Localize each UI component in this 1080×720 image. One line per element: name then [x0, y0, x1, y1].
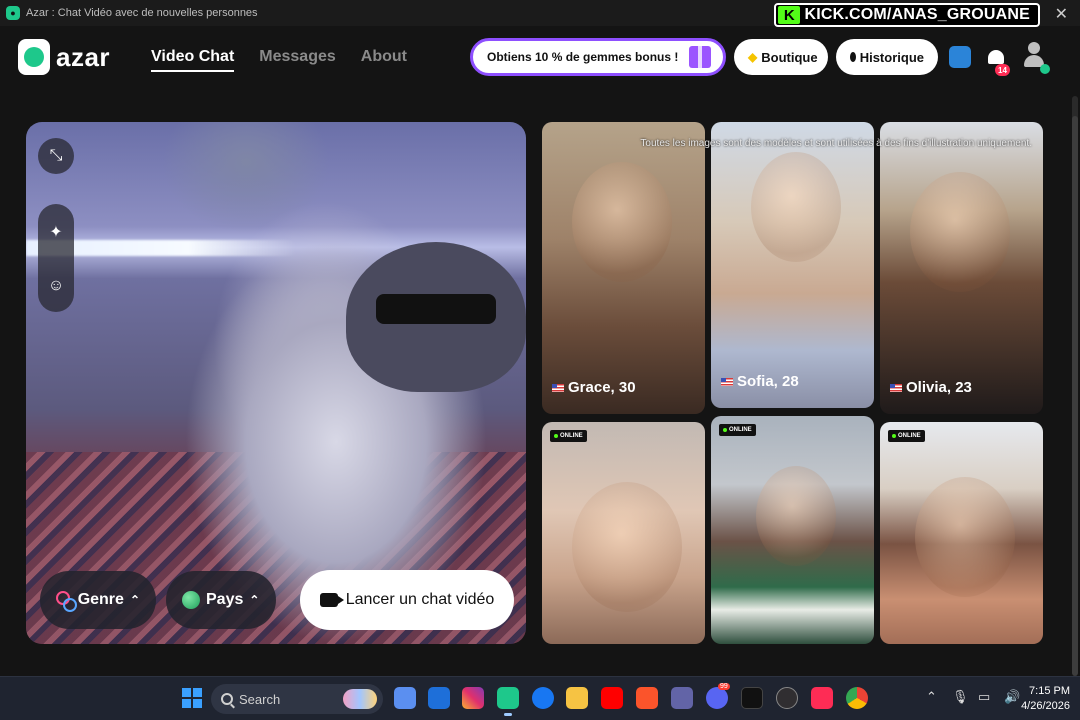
windows-start-icon[interactable] — [182, 688, 202, 708]
file-explorer-icon[interactable] — [394, 687, 416, 709]
chevron-up-icon[interactable]: ⌃ — [926, 689, 942, 705]
close-window-button[interactable]: ✕ — [1055, 4, 1068, 24]
chevron-up-icon: ⌃ — [249, 593, 260, 607]
user-sunglasses — [376, 294, 496, 324]
discord-badge: 99 — [718, 683, 730, 690]
self-video-preview — [26, 122, 526, 644]
magic-wand-icon[interactable]: ✦ — [49, 222, 62, 242]
volume-icon[interactable]: 🔊 — [1004, 689, 1020, 705]
azar-logo[interactable]: azar — [18, 39, 110, 75]
obs-icon[interactable] — [776, 687, 798, 709]
pays-label: Pays — [206, 591, 244, 608]
profile-card-online[interactable]: ONLINE — [711, 416, 874, 644]
gender-icon — [56, 591, 77, 612]
profile-card-label: Olivia, 23 — [890, 379, 972, 396]
stream-banner: K KICK.COM/ANAS_GROUANE — [774, 3, 1040, 27]
profile-avatar[interactable] — [1022, 42, 1050, 74]
start-video-chat-label: Lancer un chat vidéo — [345, 591, 495, 608]
profile-card-label: Sofia, 28 — [721, 373, 799, 390]
online-badge: ONLINE — [888, 430, 925, 442]
gem-bonus-promo-button[interactable]: Obtiens 10 % de gemmes bonus ! — [470, 38, 726, 76]
azar-logo-icon — [18, 39, 50, 75]
chrome-icon[interactable] — [846, 687, 868, 709]
instagram-icon[interactable] — [462, 687, 484, 709]
network-icon[interactable]: ▭ — [978, 689, 994, 705]
us-flag-icon — [721, 377, 733, 386]
profile-name: Olivia, 23 — [906, 379, 972, 396]
profile-card-label: Grace, 30 — [552, 379, 636, 396]
profile-card-online[interactable]: ONLINE — [542, 422, 705, 644]
outlook-icon[interactable] — [428, 687, 450, 709]
clock-date: 4/26/2026 — [1021, 700, 1070, 712]
main-nav: Video Chat Messages About — [151, 48, 407, 72]
window-title: Azar : Chat Vidéo avec de nouvelles pers… — [26, 7, 258, 19]
profile-gallery: Grace, 30 Sofia, 28 Olivia, 23 ONLINE ON… — [542, 122, 1044, 644]
profile-card-online[interactable]: ONLINE — [880, 422, 1043, 644]
search-icon — [221, 693, 233, 705]
stream-banner-text: KICK.COM/ANAS_GROUANE — [804, 6, 1030, 23]
us-flag-icon — [552, 383, 564, 392]
youtube-icon[interactable] — [601, 687, 623, 709]
nav-about[interactable]: About — [361, 48, 407, 72]
taskbar-clock[interactable]: 7:15 PM 4/26/2026 — [1020, 684, 1070, 714]
folder-icon[interactable] — [566, 687, 588, 709]
azar-app-icon: ● — [6, 6, 20, 20]
nav-video-chat[interactable]: Video Chat — [151, 48, 235, 72]
discord-icon[interactable] — [706, 687, 728, 709]
search-highlight-icon — [343, 689, 377, 709]
boutique-label: Boutique — [761, 49, 818, 65]
clock-time: 7:15 PM — [1029, 685, 1070, 697]
boutique-button[interactable]: ◆ Boutique — [734, 39, 828, 75]
online-status-dot — [1040, 64, 1050, 74]
minimize-icon[interactable]: ⤡ — [38, 138, 74, 174]
profile-card-sofia[interactable]: Sofia, 28 — [711, 122, 874, 408]
video-tools: ⤡ — [38, 138, 74, 174]
gallery-disclaimer: Toutes les images sont des modèles et so… — [640, 138, 1032, 149]
genre-label: Genre — [77, 591, 124, 608]
nav-messages[interactable]: Messages — [259, 48, 336, 72]
top-navigation: azar Video Chat Messages About Obtiens 1… — [0, 26, 1080, 90]
online-badge: ONLINE — [550, 430, 587, 442]
tiktok-live-icon[interactable] — [811, 687, 833, 709]
effects-tools: ✦ ☺ — [38, 204, 74, 312]
gift-icon — [689, 46, 711, 68]
historique-label: Historique — [859, 49, 924, 65]
brave-icon[interactable] — [636, 687, 658, 709]
system-tray: ⌃ 🎙 ▭ 🔊 — [926, 689, 1020, 705]
microphone-icon[interactable]: 🎙 — [952, 689, 969, 705]
kick-logo-icon: K — [778, 6, 801, 24]
start-video-chat-button[interactable]: Lancer un chat vidéo — [300, 570, 514, 630]
history-icon — [850, 52, 856, 62]
support-icon[interactable] — [949, 46, 971, 68]
page-scrollbar[interactable] — [1072, 96, 1078, 676]
promo-text: Obtiens 10 % de gemmes bonus ! — [487, 50, 679, 64]
notification-badge: 14 — [995, 64, 1010, 76]
teams-icon[interactable] — [671, 687, 693, 709]
video-camera-icon — [319, 593, 344, 607]
profile-card-grace[interactable]: Grace, 30 — [542, 122, 705, 414]
search-placeholder: Search — [239, 691, 281, 707]
scrollbar-thumb[interactable] — [1072, 116, 1078, 676]
globe-icon — [182, 591, 200, 609]
face-filter-icon[interactable]: ☺ — [48, 277, 64, 295]
chevron-up-icon: ⌃ — [129, 593, 140, 607]
profile-name: Sofia, 28 — [737, 373, 799, 390]
profile-name: Grace, 30 — [568, 379, 636, 396]
gem-icon: ◆ — [748, 50, 758, 64]
windows-taskbar: Search 99 ⌃ 🎙 ▭ 🔊 7:15 PM 4/26/2026 — [0, 676, 1080, 720]
genre-filter-button[interactable]: Genre ⌃ — [40, 571, 156, 629]
profile-card-olivia[interactable]: Olivia, 23 — [880, 122, 1043, 414]
facebook-icon[interactable] — [532, 687, 554, 709]
tiktok-icon[interactable] — [741, 687, 763, 709]
pays-filter-button[interactable]: Pays ⌃ — [166, 571, 276, 629]
taskbar-search[interactable]: Search — [211, 684, 383, 714]
online-badge: ONLINE — [719, 424, 756, 436]
logo-text: azar — [56, 41, 111, 72]
azar-icon[interactable] — [497, 687, 519, 716]
us-flag-icon — [890, 383, 902, 392]
historique-button[interactable]: Historique — [836, 39, 938, 75]
